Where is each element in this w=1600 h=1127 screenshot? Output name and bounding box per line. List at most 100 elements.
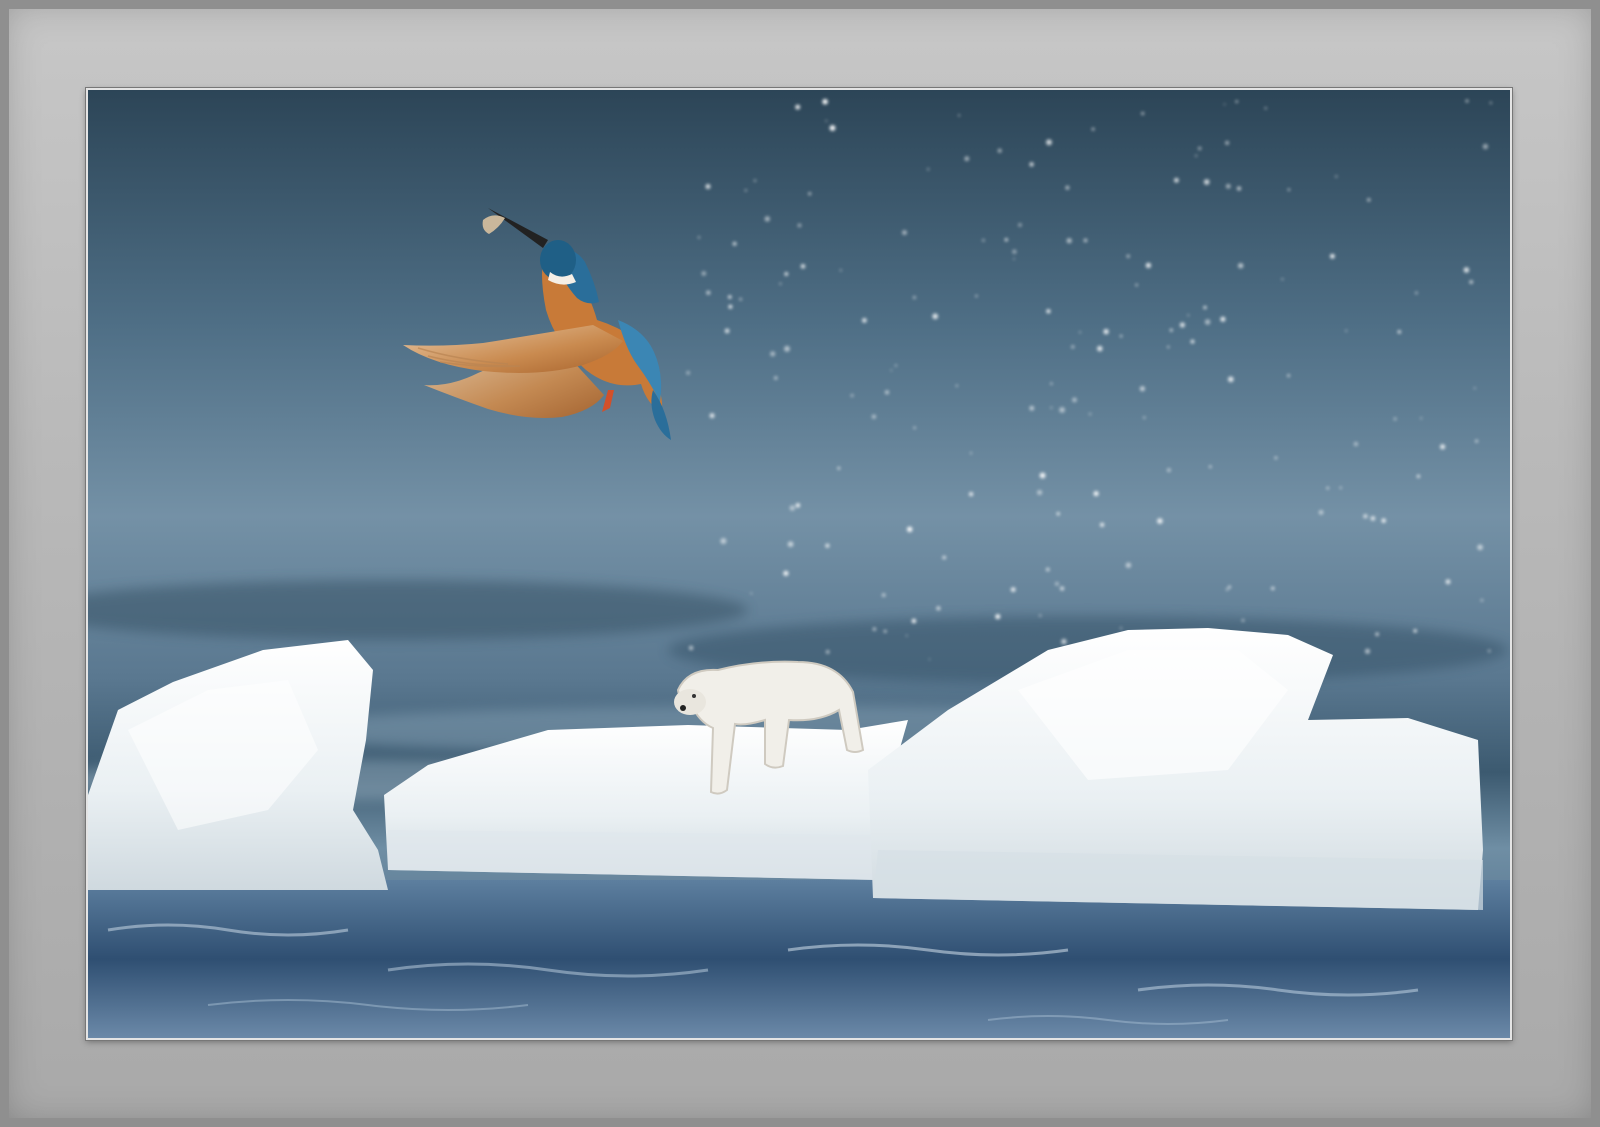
water-droplet [1039,472,1046,479]
water-droplet [750,592,753,595]
water-droplet [829,125,836,131]
water-droplet [884,390,890,395]
water-droplet [1167,346,1170,348]
water-droplet [1060,586,1065,591]
water-droplet [850,394,854,397]
water-droplet [1367,198,1371,202]
water-droplet [1274,456,1278,460]
water-droplet [787,541,794,547]
water-droplet [872,627,877,631]
water-droplet [701,271,706,276]
water-droplet [1167,468,1171,472]
water-droplet [958,114,960,117]
water-droplet [1363,514,1368,519]
water-droplet [902,230,907,236]
water-droplet [732,241,737,246]
water-droplet [881,593,886,597]
water-droplet [764,216,770,222]
water-droplet [1120,335,1123,338]
water-droplet [1287,374,1290,377]
water-droplet [1223,103,1226,106]
water-droplet [871,414,877,419]
water-droplet [1393,417,1397,421]
water-droplet [1238,263,1244,269]
water-droplet [912,296,916,299]
water-droplet [1169,328,1173,332]
water-droplet [753,179,757,182]
water-droplet [808,192,812,196]
water-droplet [1141,112,1145,115]
water-droplet [1375,632,1379,636]
water-droplet [1100,522,1105,527]
water-droplet [825,650,830,654]
water-droplet [1071,345,1075,349]
water-droplet [800,264,806,269]
water-droplet [1004,238,1008,242]
photo-scene [88,90,1510,1038]
water-droplet [728,304,733,309]
water-droplet [1046,567,1050,572]
water-droplet [1237,186,1241,191]
water-droplet [1326,486,1329,490]
water-droplet [894,364,897,367]
water-droplet [1079,331,1081,333]
water-droplet [1381,518,1386,523]
water-droplet [1264,107,1267,110]
water-droplet [1072,397,1077,403]
water-droplet [975,295,978,297]
water-droplet [825,119,828,122]
water-droplet [936,606,941,611]
water-droplet [1220,316,1226,322]
water-droplet [862,318,867,323]
water-droplet [789,505,795,511]
water-droplet [1143,416,1146,419]
water-droplet [932,313,938,320]
water-droplet [774,376,778,380]
water-droplet [779,282,782,285]
water-droplet [1055,582,1059,586]
water-droplet [1046,139,1052,146]
water-droplet [1039,614,1042,617]
water-droplet [1093,491,1099,497]
water-droplet [744,189,747,192]
water-droplet [964,156,970,161]
water-droplet [688,645,694,651]
water-droplet [913,426,916,429]
water-droplet [1091,127,1095,131]
water-droplet [927,168,930,171]
water-droplet [1463,267,1470,273]
water-droplet [822,99,828,105]
water-droplet [1037,490,1043,495]
water-droplet [720,538,727,544]
water-droplet [1330,254,1335,259]
water-droplet [1335,175,1338,178]
water-droplet [1228,585,1231,589]
water-droplet [997,148,1002,153]
water-droplet [839,269,842,272]
water-droplet [982,239,985,242]
water-droplet [1287,188,1290,191]
water-droplet [795,503,801,508]
water-droplet [907,526,913,532]
water-droplet [1061,638,1067,645]
water-droplet [1345,329,1348,332]
water-droplet [1126,254,1130,258]
water-droplet [1339,486,1342,489]
water-droplet [1198,146,1202,151]
water-droplet [1420,417,1423,420]
water-droplet [1365,648,1370,654]
water-droplet [911,618,917,624]
water-droplet [1139,386,1145,392]
water-droplet [1445,579,1451,585]
water-droplet [1050,406,1053,409]
photograph [88,90,1510,1038]
water-droplet [1475,439,1479,443]
water-droplet [1059,407,1065,413]
water-droplet [1480,599,1484,602]
water-droplet [1187,314,1190,317]
water-droplet [795,104,801,110]
water-droplet [1204,319,1211,325]
water-droplet [1489,101,1492,104]
water-droplet [1203,306,1207,309]
water-droplet [1125,562,1132,568]
